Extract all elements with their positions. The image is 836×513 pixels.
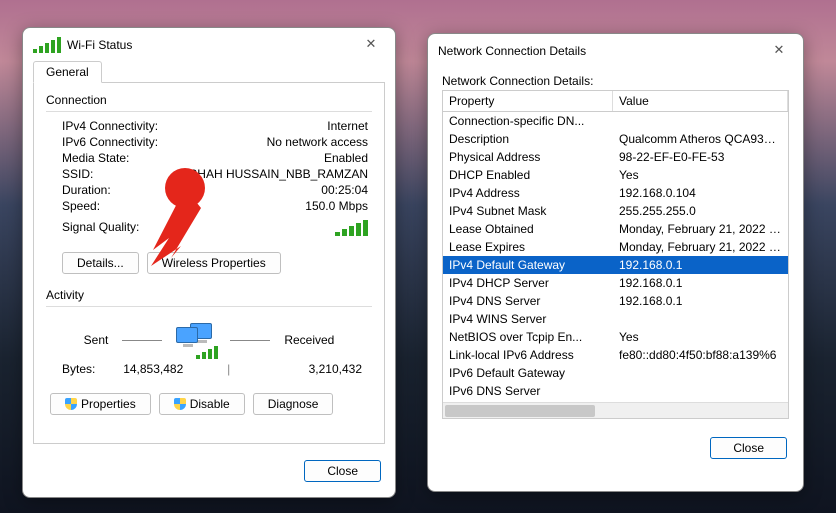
group-connection: Connection <box>46 93 372 107</box>
ssid-label: SSID: <box>62 167 93 181</box>
table-row[interactable]: NetBIOS over Tcpip En...Yes <box>443 328 788 346</box>
close-icon[interactable]: ✕ <box>357 35 385 55</box>
property-cell: IPv4 DNS Server <box>449 292 619 310</box>
bytes-received: 3,210,432 <box>230 362 362 376</box>
property-cell: DHCP Enabled <box>449 166 619 184</box>
table-row[interactable]: Lease ObtainedMonday, February 21, 2022 … <box>443 220 788 238</box>
property-cell: Lease Obtained <box>449 220 619 238</box>
value-cell: 255.255.255.0 <box>619 202 782 220</box>
table-row[interactable]: IPv6 Default Gateway <box>443 364 788 382</box>
speed-label: Speed: <box>62 199 100 213</box>
table-row[interactable]: IPv4 Default Gateway192.168.0.1 <box>443 256 788 274</box>
media-value: Enabled <box>324 151 368 165</box>
property-cell: IPv4 Address <box>449 184 619 202</box>
ipv6-value: No network access <box>267 135 368 149</box>
signal-bars-icon <box>335 220 368 236</box>
signal-label: Signal Quality: <box>62 220 139 236</box>
network-activity-icon <box>176 323 216 357</box>
value-cell: Monday, February 21, 2022 12:05:20 PM <box>619 238 782 256</box>
property-cell: Physical Address <box>449 148 619 166</box>
shield-icon <box>65 398 77 410</box>
wifi-status-window: Wi-Fi Status ✕ General Connection IPv4 C… <box>22 27 396 498</box>
value-cell: Yes <box>619 166 782 184</box>
value-cell: 98-22-EF-E0-FE-53 <box>619 148 782 166</box>
value-cell: 192.168.0.1 <box>619 274 782 292</box>
ipv6-label: IPv6 Connectivity: <box>62 135 158 149</box>
tabstrip: General <box>23 58 395 82</box>
titlebar[interactable]: Network Connection Details ✕ <box>428 34 803 64</box>
table-row[interactable]: IPv4 DHCP Server192.168.0.1 <box>443 274 788 292</box>
table-row[interactable]: DHCP EnabledYes <box>443 166 788 184</box>
value-cell: 192.168.0.1 <box>619 256 782 274</box>
horizontal-scrollbar[interactable] <box>443 402 788 418</box>
diagnose-button[interactable]: Diagnose <box>253 393 334 415</box>
close-button[interactable]: Close <box>710 437 787 459</box>
close-button[interactable]: Close <box>304 460 381 482</box>
ssid-value: SHAH HUSSAIN_NBB_RAMZAN <box>189 167 368 181</box>
media-label: Media State: <box>62 151 129 165</box>
property-cell: IPv4 Subnet Mask <box>449 202 619 220</box>
wifi-icon <box>33 37 61 53</box>
property-cell: Lease Expires <box>449 238 619 256</box>
value-cell <box>619 382 782 400</box>
wireless-properties-button[interactable]: Wireless Properties <box>147 252 281 274</box>
property-cell: IPv6 DNS Server <box>449 382 619 400</box>
table-row[interactable]: DescriptionQualcomm Atheros QCA9377 Wire… <box>443 130 788 148</box>
properties-button[interactable]: Properties <box>50 393 151 415</box>
ipv4-label: IPv4 Connectivity: <box>62 119 158 133</box>
col-property[interactable]: Property <box>443 91 613 111</box>
table-row[interactable]: IPv4 WINS Server <box>443 310 788 328</box>
details-button[interactable]: Details... <box>62 252 139 274</box>
value-cell: Yes <box>619 328 782 346</box>
property-cell: IPv4 WINS Server <box>449 310 619 328</box>
window-title: Wi-Fi Status <box>67 38 357 52</box>
list-header[interactable]: Property Value <box>442 90 789 111</box>
value-cell: fe80::dd80:4f50:bf88:a139%6 <box>619 346 782 364</box>
bytes-sent: 14,853,482 <box>87 362 219 376</box>
group-activity: Activity <box>46 288 372 302</box>
window-title: Network Connection Details <box>438 44 765 58</box>
sent-label: Sent <box>84 333 109 347</box>
property-cell: NetBIOS over Tcpip En... <box>449 328 619 346</box>
table-row[interactable]: Physical Address98-22-EF-E0-FE-53 <box>443 148 788 166</box>
value-cell <box>619 112 782 130</box>
titlebar[interactable]: Wi-Fi Status ✕ <box>23 28 395 58</box>
tab-general[interactable]: General <box>33 61 102 83</box>
table-row[interactable]: Connection-specific DN... <box>443 112 788 130</box>
details-list[interactable]: Connection-specific DN...DescriptionQual… <box>442 111 789 419</box>
table-row[interactable]: IPv4 DNS Server192.168.0.1 <box>443 292 788 310</box>
table-row[interactable]: IPv4 Address192.168.0.104 <box>443 184 788 202</box>
value-cell: Qualcomm Atheros QCA9377 Wireless Ne <box>619 130 782 148</box>
value-cell <box>619 364 782 382</box>
table-row[interactable]: IPv6 DNS Server <box>443 382 788 400</box>
speed-value: 150.0 Mbps <box>305 199 368 213</box>
value-cell <box>619 310 782 328</box>
details-label: Network Connection Details: <box>442 68 789 90</box>
duration-label: Duration: <box>62 183 111 197</box>
property-cell: IPv4 Default Gateway <box>449 256 619 274</box>
value-cell: 192.168.0.104 <box>619 184 782 202</box>
value-cell: Monday, February 21, 2022 10:05:21 AM <box>619 220 782 238</box>
property-cell: IPv4 DHCP Server <box>449 274 619 292</box>
property-cell: Link-local IPv6 Address <box>449 346 619 364</box>
shield-icon <box>174 398 186 410</box>
table-row[interactable]: Lease ExpiresMonday, February 21, 2022 1… <box>443 238 788 256</box>
network-details-window: Network Connection Details ✕ Network Con… <box>427 33 804 492</box>
activity-graphic: Sent Received <box>46 313 372 361</box>
table-row[interactable]: IPv4 Subnet Mask255.255.255.0 <box>443 202 788 220</box>
ipv4-value: Internet <box>327 119 368 133</box>
disable-button[interactable]: Disable <box>159 393 245 415</box>
property-cell: IPv6 Default Gateway <box>449 364 619 382</box>
table-row[interactable]: Link-local IPv6 Addressfe80::dd80:4f50:b… <box>443 346 788 364</box>
property-cell: Description <box>449 130 619 148</box>
col-value[interactable]: Value <box>613 91 788 111</box>
close-icon[interactable]: ✕ <box>765 41 793 61</box>
property-cell: Connection-specific DN... <box>449 112 619 130</box>
tab-body: Connection IPv4 Connectivity: Internet IP… <box>33 82 385 444</box>
received-label: Received <box>284 333 334 347</box>
duration-value: 00:25:04 <box>321 183 368 197</box>
value-cell: 192.168.0.1 <box>619 292 782 310</box>
